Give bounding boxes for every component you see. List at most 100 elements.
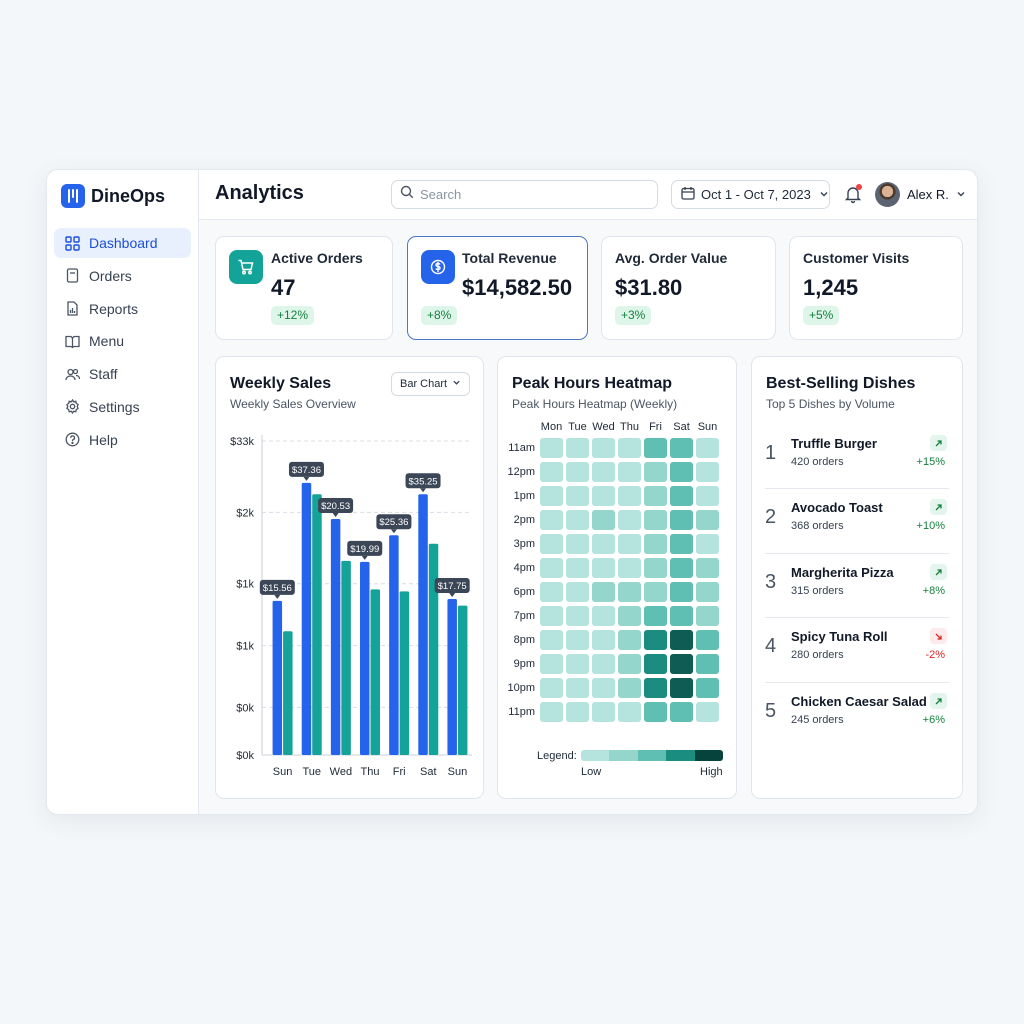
heatmap-cell[interactable] — [670, 582, 693, 602]
heatmap-cell[interactable] — [566, 486, 589, 506]
heatmap-cell[interactable] — [566, 462, 589, 482]
sidebar-item-staff[interactable]: Staff — [54, 359, 191, 389]
heatmap-cell[interactable] — [696, 510, 719, 530]
user-menu[interactable]: Alex R. — [875, 182, 966, 207]
heatmap-cell[interactable] — [670, 558, 693, 578]
sidebar-item-reports[interactable]: Reports — [54, 294, 191, 324]
heatmap-cell[interactable] — [696, 606, 719, 626]
heatmap-cell[interactable] — [592, 678, 615, 698]
sidebar-item-menu[interactable]: Menu — [54, 326, 191, 356]
heatmap-cell[interactable] — [670, 534, 693, 554]
heatmap-cell[interactable] — [644, 702, 667, 722]
heatmap-cell[interactable] — [540, 462, 563, 482]
heatmap-cell[interactable] — [670, 606, 693, 626]
heatmap-cell[interactable] — [644, 630, 667, 650]
heatmap-cell[interactable] — [566, 438, 589, 458]
kpi-card-total-revenue[interactable]: Total Revenue $14,582.50 +8% — [407, 236, 588, 340]
heatmap-cell[interactable] — [566, 678, 589, 698]
heatmap-cell[interactable] — [696, 678, 719, 698]
heatmap-cell[interactable] — [696, 630, 719, 650]
heatmap-cell[interactable] — [592, 534, 615, 554]
heatmap-cell[interactable] — [592, 558, 615, 578]
heatmap-cell[interactable] — [540, 486, 563, 506]
heatmap-cell[interactable] — [696, 702, 719, 722]
heatmap-cell[interactable] — [670, 438, 693, 458]
heatmap-cell[interactable] — [696, 558, 719, 578]
heatmap-cell[interactable] — [644, 654, 667, 674]
heatmap-cell[interactable] — [618, 606, 641, 626]
heatmap-cell[interactable] — [592, 486, 615, 506]
heatmap-cell[interactable] — [644, 486, 667, 506]
heatmap-cell[interactable] — [618, 582, 641, 602]
kpi-card-active-orders[interactable]: Active Orders 47 +12% — [215, 236, 393, 340]
heatmap-cell[interactable] — [566, 582, 589, 602]
search-box[interactable] — [391, 180, 658, 209]
date-range-picker[interactable]: Oct 1 - Oct 7, 2023 — [671, 180, 830, 209]
heatmap-cell[interactable] — [644, 462, 667, 482]
list-item[interactable]: 3 Margherita Pizza 315 orders +8% — [765, 555, 949, 619]
heatmap-cell[interactable] — [540, 630, 563, 650]
kpi-card-avg-order-value[interactable]: Avg. Order Value $31.80 +3% — [601, 236, 776, 340]
heatmap-cell[interactable] — [644, 510, 667, 530]
heatmap-cell[interactable] — [696, 654, 719, 674]
heatmap-cell[interactable] — [618, 678, 641, 698]
heatmap-cell[interactable] — [644, 534, 667, 554]
heatmap-cell[interactable] — [540, 702, 563, 722]
heatmap-cell[interactable] — [592, 438, 615, 458]
search-input[interactable] — [420, 187, 640, 202]
heatmap-cell[interactable] — [670, 486, 693, 506]
heatmap-cell[interactable] — [592, 510, 615, 530]
heatmap-cell[interactable] — [696, 486, 719, 506]
heatmap-cell[interactable] — [644, 606, 667, 626]
heatmap-cell[interactable] — [670, 678, 693, 698]
list-item[interactable]: 1 Truffle Burger 420 orders +15% — [765, 426, 949, 490]
sidebar-item-help[interactable]: Help — [54, 425, 191, 455]
heatmap-cell[interactable] — [696, 438, 719, 458]
heatmap-cell[interactable] — [618, 702, 641, 722]
heatmap-cell[interactable] — [592, 654, 615, 674]
heatmap-cell[interactable] — [592, 462, 615, 482]
heatmap-cell[interactable] — [644, 582, 667, 602]
heatmap-cell[interactable] — [618, 654, 641, 674]
heatmap-cell[interactable] — [696, 462, 719, 482]
heatmap-cell[interactable] — [696, 582, 719, 602]
heatmap-cell[interactable] — [566, 630, 589, 650]
heatmap-cell[interactable] — [618, 534, 641, 554]
heatmap-cell[interactable] — [540, 438, 563, 458]
heatmap-cell[interactable] — [540, 678, 563, 698]
heatmap-cell[interactable] — [670, 462, 693, 482]
heatmap-cell[interactable] — [644, 678, 667, 698]
heatmap-cell[interactable] — [540, 606, 563, 626]
heatmap-cell[interactable] — [566, 654, 589, 674]
heatmap-cell[interactable] — [670, 510, 693, 530]
list-item[interactable]: 5 Chicken Caesar Salad 245 orders +6% — [765, 684, 949, 748]
heatmap-cell[interactable] — [618, 486, 641, 506]
heatmap-cell[interactable] — [618, 462, 641, 482]
heatmap-cell[interactable] — [566, 702, 589, 722]
heatmap-cell[interactable] — [566, 558, 589, 578]
heatmap-cell[interactable] — [670, 702, 693, 722]
notifications-button[interactable] — [843, 184, 863, 204]
heatmap-cell[interactable] — [592, 702, 615, 722]
heatmap-cell[interactable] — [540, 654, 563, 674]
list-item[interactable]: 4 Spicy Tuna Roll 280 orders -2% — [765, 619, 949, 683]
brand[interactable]: DineOps — [61, 183, 165, 209]
heatmap-cell[interactable] — [592, 582, 615, 602]
kpi-card-customer-visits[interactable]: Customer Visits 1,245 +5% — [789, 236, 963, 340]
heatmap-cell[interactable] — [566, 606, 589, 626]
list-item[interactable]: 2 Avocado Toast 368 orders +10% — [765, 490, 949, 554]
heatmap-cell[interactable] — [618, 558, 641, 578]
heatmap-cell[interactable] — [618, 630, 641, 650]
sidebar-item-orders[interactable]: Orders — [54, 261, 191, 291]
heatmap-cell[interactable] — [540, 558, 563, 578]
heatmap-cell[interactable] — [592, 606, 615, 626]
heatmap-cell[interactable] — [618, 438, 641, 458]
heatmap-cell[interactable] — [540, 534, 563, 554]
heatmap-cell[interactable] — [670, 654, 693, 674]
heatmap-cell[interactable] — [696, 534, 719, 554]
heatmap-cell[interactable] — [566, 534, 589, 554]
sidebar-item-dashboard[interactable]: Dashboard — [54, 228, 191, 258]
heatmap-cell[interactable] — [670, 630, 693, 650]
sidebar-item-settings[interactable]: Settings — [54, 392, 191, 422]
heatmap-cell[interactable] — [540, 510, 563, 530]
